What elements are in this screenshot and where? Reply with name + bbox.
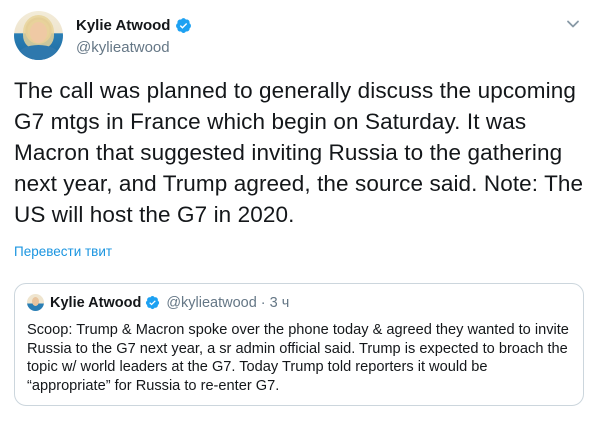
- verified-badge-icon: [146, 295, 160, 310]
- verified-badge-icon: [176, 18, 192, 33]
- avatar-face: [30, 22, 47, 43]
- author-name-row: Kylie Atwood: [76, 17, 192, 34]
- author-name[interactable]: Kylie Atwood: [76, 17, 170, 34]
- translate-tweet-link[interactable]: Перевести твит: [14, 244, 112, 259]
- quoted-author-name: Kylie Atwood: [50, 294, 142, 311]
- author-avatar[interactable]: [14, 11, 63, 60]
- chevron-down-icon[interactable]: [566, 17, 580, 31]
- quoted-author-handle: @kylieatwood: [166, 294, 257, 311]
- quoted-tweet[interactable]: Kylie Atwood @kylieatwood · 3 ч Scoop: T…: [14, 283, 584, 406]
- quoted-separator: ·: [260, 294, 266, 311]
- tweet-text: The call was planned to generally discus…: [14, 78, 584, 227]
- avatar-shoulders: [18, 45, 59, 60]
- quoted-tweet-header: Kylie Atwood @kylieatwood · 3 ч: [27, 294, 289, 311]
- tweet-card: Kylie Atwood @kylieatwood The call was p…: [0, 0, 594, 427]
- quoted-timestamp: 3 ч: [269, 294, 290, 311]
- quoted-tweet-text: Scoop: Trump & Macron spoke over the pho…: [27, 322, 569, 394]
- quoted-avatar-face: [32, 297, 39, 306]
- quoted-author-avatar: [27, 294, 44, 311]
- author-handle[interactable]: @kylieatwood: [76, 39, 170, 56]
